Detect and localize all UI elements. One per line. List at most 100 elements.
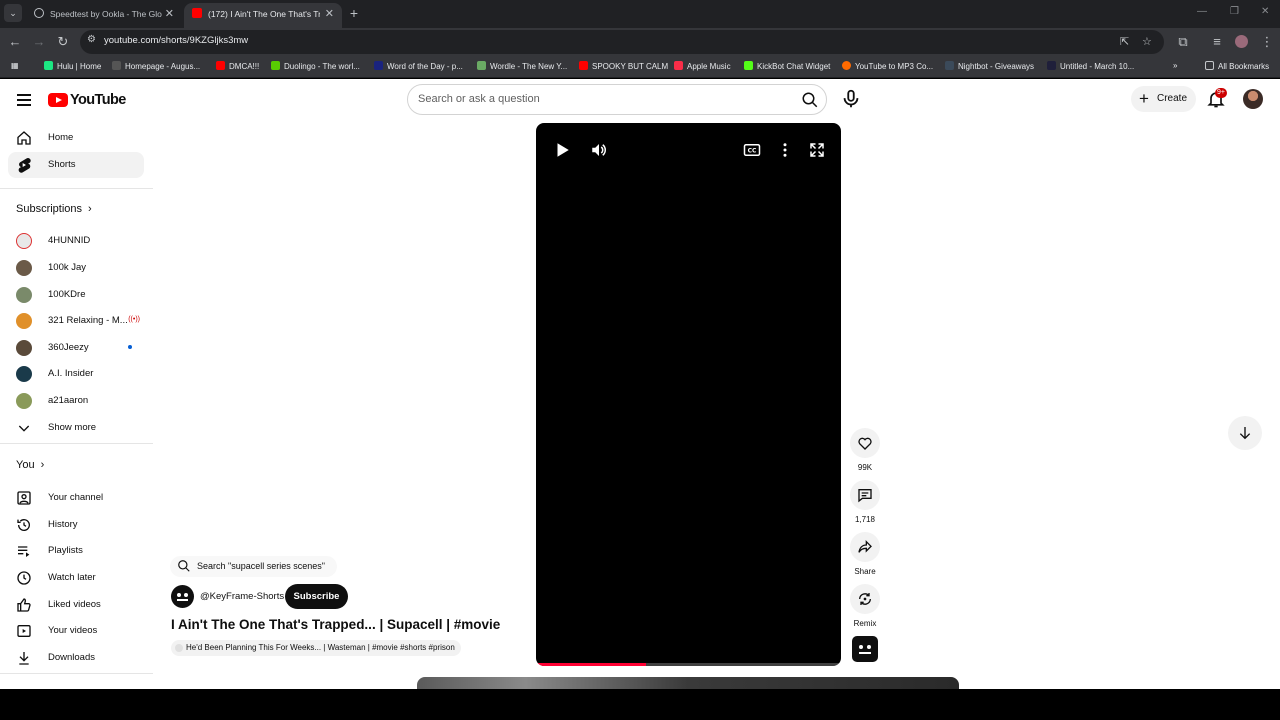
- remix-button[interactable]: [850, 584, 880, 614]
- sidebar-item-liked-videos[interactable]: Liked videos: [8, 592, 144, 618]
- tab-close-icon[interactable]: ✕: [165, 3, 174, 25]
- sidebar-item-your-channel[interactable]: Your channel: [8, 485, 144, 511]
- bookmark-duolingo[interactable]: Duolingo - The worl...: [271, 61, 360, 71]
- sidebar-item-history[interactable]: History: [8, 512, 144, 538]
- more-bookmarks-icon[interactable]: »: [1173, 61, 1177, 70]
- subscription-4hunnid[interactable]: 4HUNNID: [8, 228, 144, 254]
- create-button[interactable]: + Create: [1131, 86, 1196, 112]
- show-more-button[interactable]: Show more: [8, 415, 144, 441]
- subscription-a21aaron[interactable]: a21aaron: [8, 388, 144, 414]
- all-bookmarks-folder[interactable]: All Bookmarks: [1205, 61, 1269, 71]
- bookmark-spooky[interactable]: SPOOKY BUT CALM: [579, 61, 668, 71]
- comments-button[interactable]: [850, 480, 880, 510]
- bookmark-dmca[interactable]: DMCA!!!: [216, 61, 259, 71]
- sidebar-item-watch-later[interactable]: Watch later: [8, 565, 144, 591]
- browser-menu-icon[interactable]: ⋮: [1259, 34, 1275, 50]
- play-icon[interactable]: [553, 141, 571, 159]
- back-icon[interactable]: ←: [7, 34, 23, 50]
- sidebar-item-downloads[interactable]: Downloads: [8, 645, 144, 671]
- tab-youtube[interactable]: (172) I Ain't The One That's Trapped ✕: [184, 3, 342, 28]
- related-video-chip[interactable]: He'd Been Planning This For Weeks... | W…: [171, 640, 461, 656]
- homepage-favicon-icon: [112, 61, 121, 70]
- tab-speedtest[interactable]: Speedtest by Ookla - The Global ✕: [26, 3, 182, 28]
- video-progress-bar[interactable]: [536, 663, 841, 666]
- bookmark-untitled[interactable]: Untitled - March 10...: [1047, 61, 1134, 71]
- address-bar[interactable]: ⚙ youtube.com/shorts/9KZGljks3mw ⇱ ☆: [80, 30, 1164, 54]
- extensions-icon[interactable]: ⧉: [1175, 34, 1191, 50]
- tab-close-icon[interactable]: ✕: [325, 3, 334, 25]
- sidebar-item-home[interactable]: Home: [8, 125, 144, 151]
- short-title[interactable]: I Ain't The One That's Trapped... | Supa…: [171, 617, 501, 632]
- microphone-icon[interactable]: [840, 88, 862, 110]
- next-short-button[interactable]: [1228, 416, 1262, 450]
- more-options-icon[interactable]: [776, 141, 794, 159]
- subscription-100kdre[interactable]: 100KDre: [8, 282, 144, 308]
- bookmark-word-of-the-day[interactable]: Word of the Day - p...: [374, 61, 463, 71]
- forward-icon[interactable]: →: [31, 34, 47, 50]
- liked-videos-icon: [17, 598, 31, 612]
- share-button[interactable]: [850, 532, 880, 562]
- install-app-icon[interactable]: ⇱: [1120, 35, 1129, 48]
- sidebar-item-shorts[interactable]: Shorts: [8, 152, 144, 178]
- sidebar-item-label: Playlists: [48, 545, 83, 556]
- related-video-icon: [175, 644, 183, 652]
- sidebar-item-playlists[interactable]: Playlists: [8, 538, 144, 564]
- volume-icon[interactable]: [590, 141, 608, 159]
- sidebar-item-your-videos[interactable]: Your videos: [8, 618, 144, 644]
- show-more-label: Show more: [48, 422, 97, 433]
- heart-icon: [858, 437, 872, 450]
- history-icon: [17, 519, 30, 531]
- reload-icon[interactable]: ↻: [55, 34, 71, 50]
- media-control-icon[interactable]: ≡: [1209, 34, 1225, 50]
- you-heading-label: You: [16, 459, 35, 471]
- close-window-icon[interactable]: ✕: [1261, 6, 1269, 17]
- subscription-ai-insider[interactable]: A.I. Insider: [8, 361, 144, 387]
- restore-icon[interactable]: ❐: [1230, 6, 1239, 17]
- bookmark-label: Untitled - March 10...: [1060, 62, 1135, 71]
- search-input[interactable]: Search or ask a question: [407, 84, 827, 115]
- closed-captions-icon[interactable]: CC: [743, 141, 761, 159]
- bookmark-label: Apple Music: [687, 62, 731, 71]
- sidebar-divider: [0, 188, 153, 189]
- bookmark-label: YouTube to MP3 Co...: [855, 62, 934, 71]
- create-label: Create: [1157, 93, 1188, 104]
- hamburger-menu-icon[interactable]: [15, 91, 33, 109]
- profile-avatar-icon[interactable]: [1233, 34, 1249, 50]
- sidebar-item-label: Liked videos: [48, 599, 101, 610]
- bookmark-hulu[interactable]: Hulu | Home: [44, 61, 101, 71]
- search-icon[interactable]: [801, 91, 819, 109]
- new-tab-icon[interactable]: +: [346, 5, 362, 21]
- next-short-preview[interactable]: [417, 677, 959, 689]
- bookmark-kickbot[interactable]: KickBot Chat Widget: [744, 61, 830, 71]
- minimize-icon[interactable]: —: [1197, 6, 1207, 17]
- bookmark-star-icon[interactable]: ☆: [1142, 35, 1152, 48]
- shorts-icon: [18, 157, 31, 173]
- fullscreen-icon[interactable]: [808, 141, 826, 159]
- subscription-321-relaxing[interactable]: 321 Relaxing - M... ((•)): [8, 308, 144, 334]
- apps-grid-icon[interactable]: ▦: [11, 61, 19, 70]
- subscription-100k-jay[interactable]: 100k Jay: [8, 255, 144, 281]
- home-icon: [17, 131, 31, 145]
- subscription-360jeezy[interactable]: 360Jeezy: [8, 335, 144, 361]
- bookmark-apple-music[interactable]: Apple Music: [674, 61, 731, 71]
- tab-search-icon[interactable]: ⌄: [4, 4, 22, 22]
- account-avatar[interactable]: [1243, 89, 1263, 109]
- channel-thumbnail[interactable]: [852, 636, 878, 662]
- sidebar-item-label: Your channel: [48, 492, 104, 503]
- like-button[interactable]: [850, 428, 880, 458]
- subscribe-button[interactable]: Subscribe: [285, 584, 348, 609]
- channel-avatar[interactable]: [171, 585, 194, 608]
- bookmarks-bar: ▦ Hulu | Home Homepage - Augus... DMCA!!…: [0, 56, 1280, 78]
- bookmark-nightbot[interactable]: Nightbot - Giveaways: [945, 61, 1034, 71]
- share-icon: [858, 540, 872, 553]
- bookmark-wordle[interactable]: Wordle - The New Y...: [477, 61, 567, 71]
- you-heading[interactable]: You ›: [16, 459, 44, 471]
- related-search-chip[interactable]: Search "supacell series scenes": [170, 556, 337, 577]
- tab-title: (172) I Ain't The One That's Trapped: [208, 9, 320, 19]
- shorts-video-player[interactable]: CC: [536, 123, 841, 666]
- channel-name[interactable]: @KeyFrame-Shorts: [200, 591, 284, 602]
- site-info-icon[interactable]: ⚙: [87, 34, 96, 45]
- subscriptions-heading[interactable]: Subscriptions ›: [16, 203, 92, 215]
- bookmark-homepage[interactable]: Homepage - Augus...: [112, 61, 200, 71]
- bookmark-yt-to-mp3[interactable]: YouTube to MP3 Co...: [842, 61, 933, 71]
